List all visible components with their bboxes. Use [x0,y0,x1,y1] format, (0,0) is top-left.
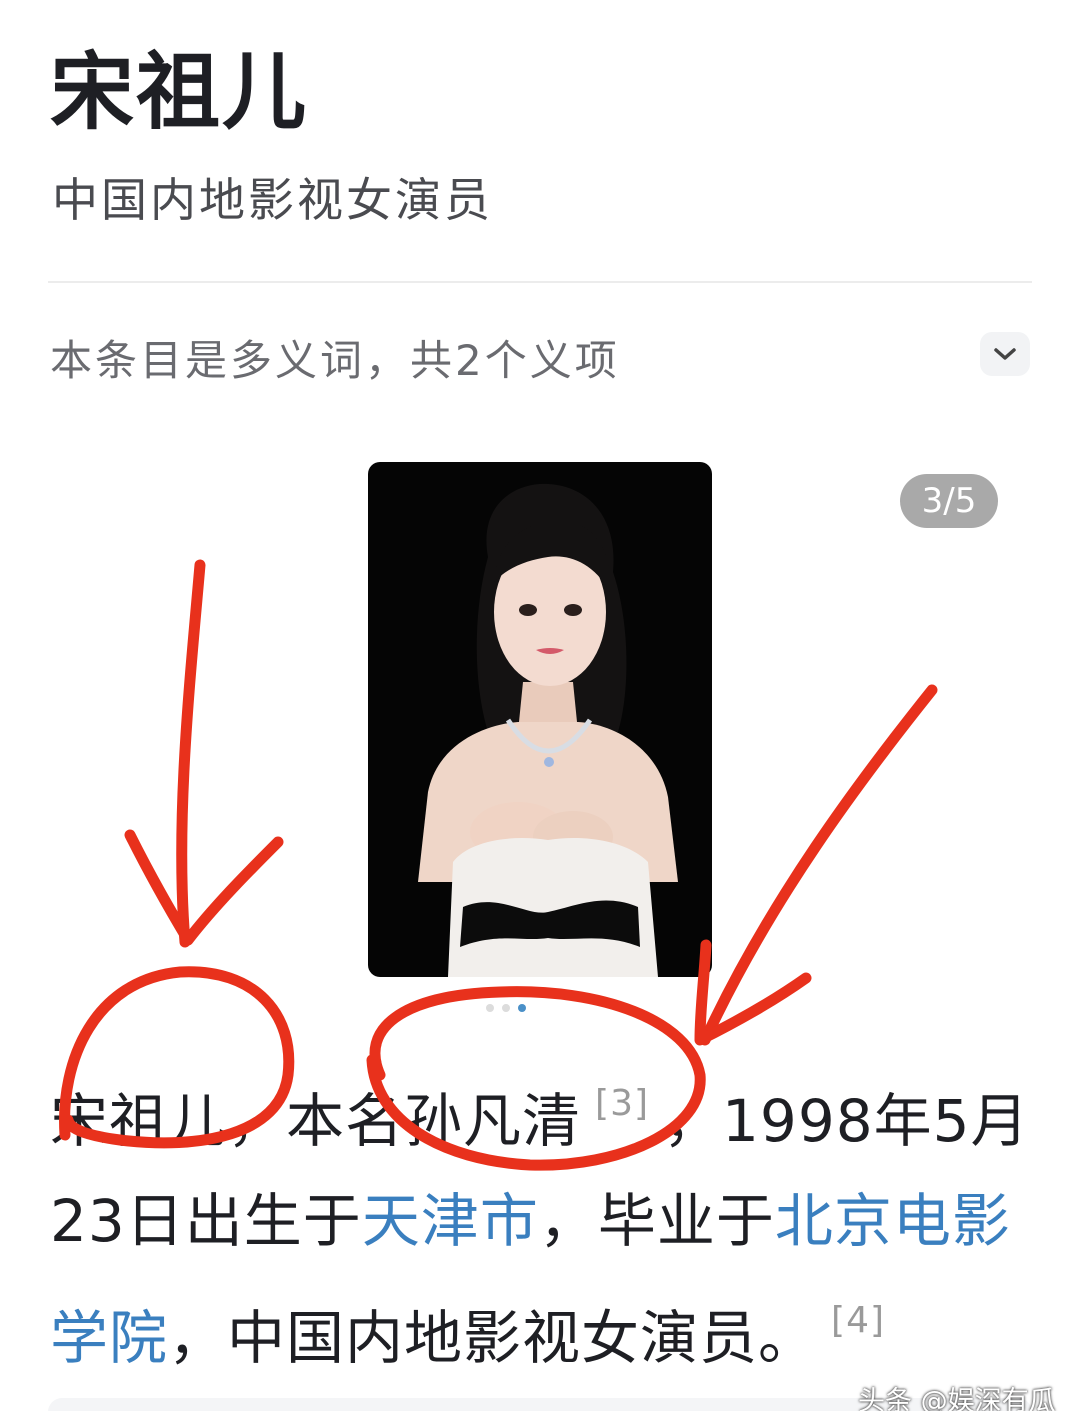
arrowhead-left-annotation [124,829,284,946]
intro-paragraph: 宋祖儿，本名孙凡清 [3] ，1998年5月23日出生于天津市，毕业于北京电影学院，… [50,1054,1040,1388]
reference-link[interactable]: [3] [595,1083,649,1124]
arrow-right-annotation [699,684,938,1046]
chevron-down-icon [994,348,1016,360]
entry-subtitle: 中国内地影视女演员 [52,173,493,227]
intro-text: ，中国内地影视女演员。 [168,1304,818,1372]
expand-senses-button[interactable] [980,332,1030,376]
baike-entry-page: 宋祖儿 中国内地影视女演员 本条目是多义词，共2个义项 3/5 宋祖儿，本名孙凡… [0,0,1080,1411]
gallery-pagination[interactable] [486,1004,526,1012]
pagination-dot[interactable] [486,1004,494,1012]
polysemy-notice[interactable]: 本条目是多义词，共2个义项 [50,333,620,389]
intro-text: ，毕业于 [538,1187,775,1255]
watermark: 头条 @娱深有瓜 [858,1386,1056,1411]
intro-name: 宋祖儿 [50,1087,228,1155]
portrait-illustration [418,483,678,977]
link-tianjin[interactable]: 天津市 [362,1187,539,1255]
portrait-photo[interactable] [368,462,712,977]
pagination-dot[interactable] [502,1004,510,1012]
arrow-left-annotation [176,559,206,948]
intro-text: ，本名孙凡清 [227,1087,582,1155]
pagination-dot-active[interactable] [518,1004,526,1012]
divider [48,281,1032,283]
gallery-counter: 3/5 [900,474,998,528]
entry-title: 宋祖儿 [50,43,309,141]
reference-link[interactable]: [4] [831,1300,885,1341]
arrowhead-right-annotation [694,939,812,1046]
